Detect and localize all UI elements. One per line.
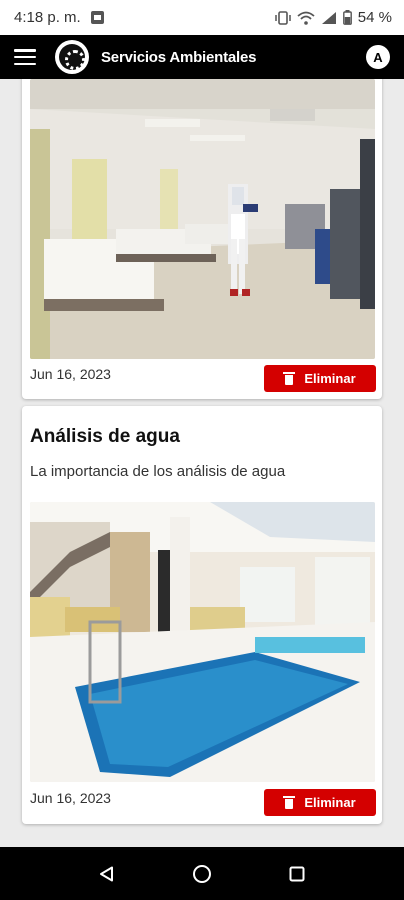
post-card: Jun 16, 2023 Eliminar — [22, 79, 382, 399]
recents-icon[interactable] — [282, 859, 312, 889]
trash-icon — [283, 372, 296, 385]
indoor-pool-photo — [30, 502, 375, 782]
avatar[interactable]: A — [366, 45, 390, 69]
delete-label: Eliminar — [304, 795, 356, 810]
delete-label: Eliminar — [304, 371, 356, 386]
post-title: Análisis de agua — [30, 426, 180, 447]
logo-icon — [55, 40, 89, 74]
image-icon — [90, 11, 104, 24]
signal-icon — [321, 11, 336, 24]
post-date: Jun 16, 2023 — [30, 366, 111, 382]
app-title: Servicios Ambientales — [101, 48, 257, 66]
vibrate-icon — [275, 10, 291, 25]
battery-icon — [342, 10, 352, 25]
post-card: Análisis de agua La importancia de los a… — [22, 406, 382, 824]
menu-icon[interactable] — [14, 49, 36, 65]
post-description: La importancia de los análisis de agua — [30, 463, 286, 480]
battery-percent: 54 % — [357, 9, 392, 26]
back-icon[interactable] — [92, 859, 122, 889]
wifi-icon — [297, 11, 315, 25]
post-list[interactable]: Jun 16, 2023 Eliminar Análisis de agua L… — [0, 79, 404, 847]
status-icons: 54 % — [275, 9, 392, 26]
status-time: 4:18 p. m. — [14, 9, 81, 26]
hospital-room-photo — [30, 79, 375, 359]
home-icon[interactable] — [187, 859, 217, 889]
status-bar: 4:18 p. m. 54 % — [0, 0, 404, 35]
post-date: Jun 16, 2023 — [30, 790, 111, 806]
trash-icon — [283, 796, 296, 809]
system-nav-bar — [0, 847, 404, 900]
app-bar: Servicios Ambientales A — [0, 35, 404, 79]
delete-button[interactable]: Eliminar — [264, 365, 376, 392]
delete-button[interactable]: Eliminar — [264, 789, 376, 816]
